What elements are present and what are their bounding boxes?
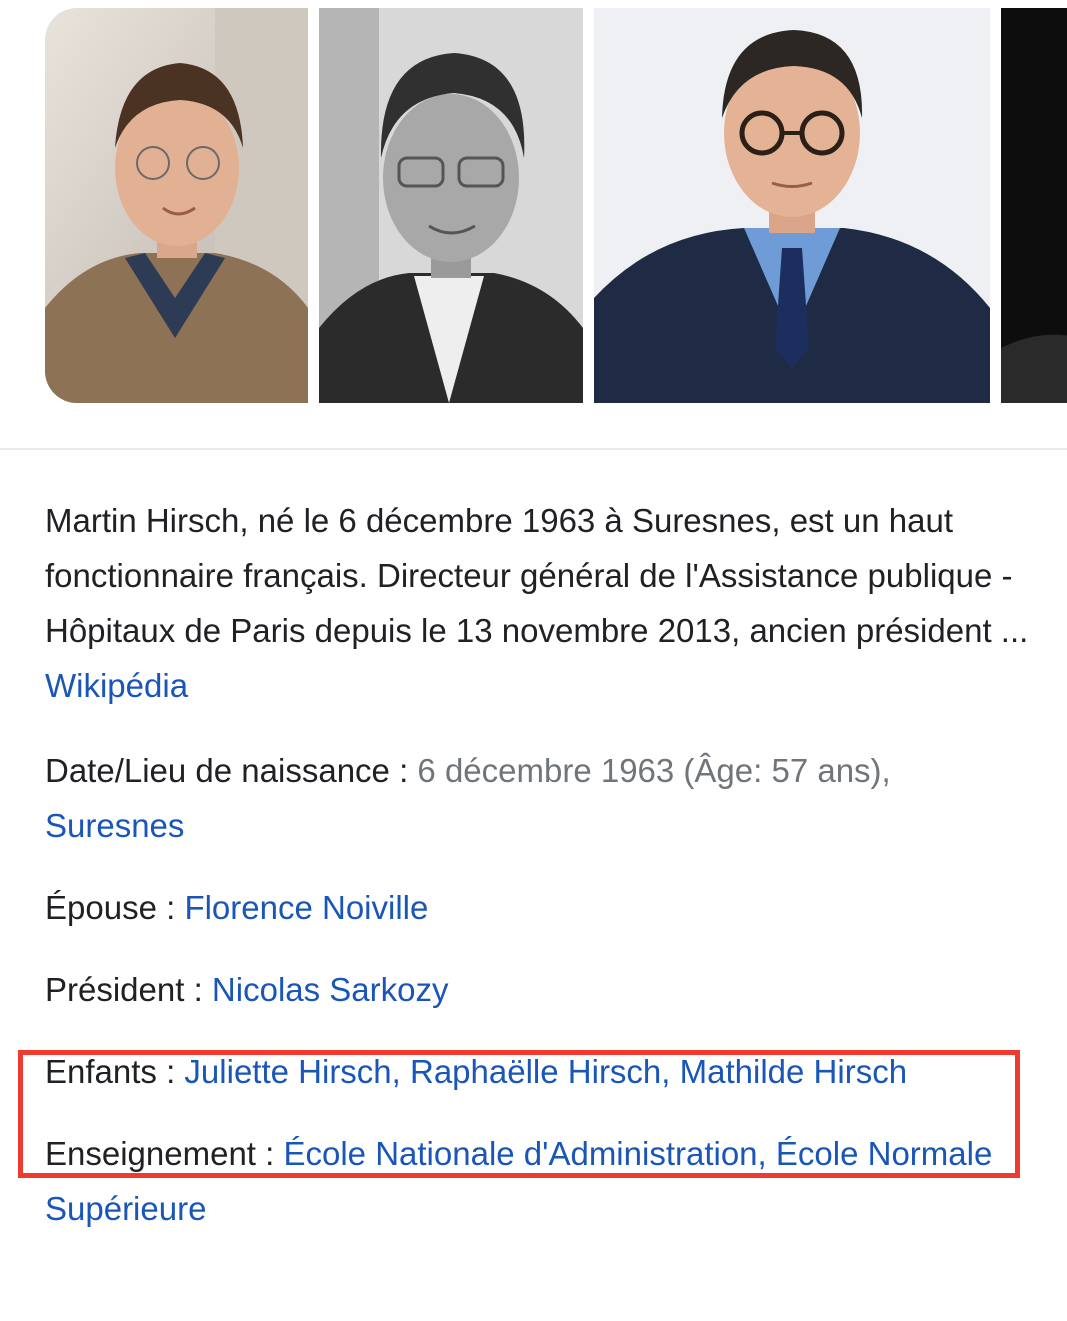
image-carousel[interactable] <box>0 0 1067 410</box>
highlight-box <box>18 1050 1020 1178</box>
fact-birth: Date/Lieu de naissance : 6 décembre 1963… <box>45 743 1035 853</box>
president-link[interactable]: Nicolas Sarkozy <box>212 971 449 1008</box>
spouse-link[interactable]: Florence Noiville <box>184 889 428 926</box>
person-photo-1[interactable] <box>45 8 308 403</box>
wikipedia-link[interactable]: Wikipédia <box>45 667 188 704</box>
birth-date-value: 6 décembre 1963 (Âge: 57 ans), <box>417 752 891 789</box>
fact-spouse: Épouse : Florence Noiville <box>45 880 1035 935</box>
person-photo-3[interactable] <box>594 8 990 403</box>
description-text: Martin Hirsch, né le 6 décembre 1963 à S… <box>45 502 1029 649</box>
fact-label: Date/Lieu de naissance : <box>45 752 418 789</box>
birthplace-link[interactable]: Suresnes <box>45 807 184 844</box>
fact-label: Président : <box>45 971 212 1008</box>
fact-label: Épouse : <box>45 889 185 926</box>
description: Martin Hirsch, né le 6 décembre 1963 à S… <box>45 493 1035 713</box>
person-photo-4[interactable] <box>1001 8 1067 403</box>
fact-president: Président : Nicolas Sarkozy <box>45 962 1035 1017</box>
section-divider <box>0 448 1067 450</box>
person-photo-2[interactable] <box>319 8 583 403</box>
